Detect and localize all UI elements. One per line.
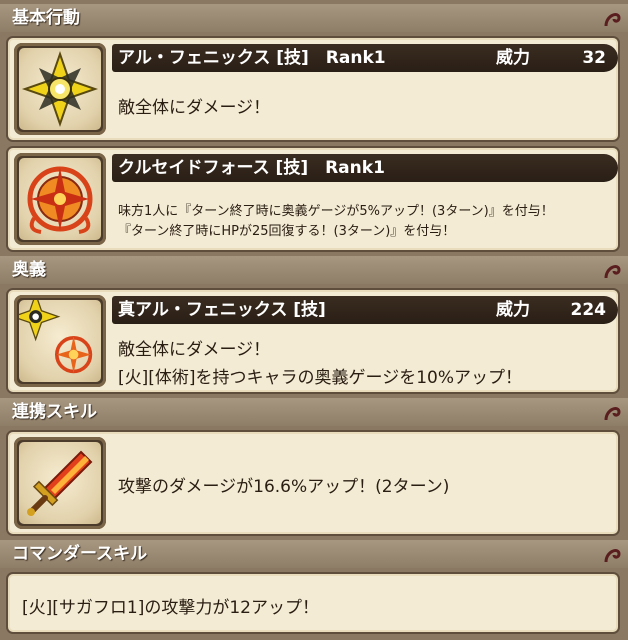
power-label: 威力 [496,48,530,68]
section-header-link: 連携スキル [0,398,628,426]
skill-icon-frame [14,153,106,245]
skill-description-line2: 『ターン終了時にHPが25回復する！(3ターン)』を付与！ [118,224,456,239]
link-skill-description: 攻撃のダメージが16.6%アップ！(2ターン) [118,477,450,497]
section-header-ougi: 奥義 [0,256,628,284]
skill-titlebar: 真アル・フェニックス [技] 威力 224 [112,296,618,324]
link-skill-card[interactable]: 攻撃のダメージが16.6%アップ！(2ターン) [6,430,620,536]
section-title-ougi: 奥義 [12,260,46,280]
skill-title: クルセイドフォース [技] Rank1 [118,158,385,178]
skill-card-true-al-phoenix[interactable]: 真アル・フェニックス [技] 威力 224 敵全体にダメージ！ [火][体術]を… [6,288,620,394]
twin-shuriken-icon [10,291,101,382]
section-title-link: 連携スキル [12,402,97,422]
commander-skill-card[interactable]: [火][サガフロ1]の攻撃力が12アップ！ [6,572,620,634]
skill-card-crusade-force[interactable]: クルセイドフォース [技] Rank1 味方1人に『ターン終了時に奥義ゲージが5… [6,146,620,252]
swirl-ornament-icon [604,407,621,421]
skill-description-line1: 味方1人に『ターン終了時に奥義ゲージが5%アップ！(3ターン)』を付与！ [118,204,554,219]
section-title-basic: 基本行動 [12,8,80,28]
power-value: 224 [570,300,607,320]
skill-icon-frame [14,43,106,135]
flame-sword-icon [19,442,101,524]
swirl-ornament-icon [604,549,621,563]
commander-skill-description: [火][サガフロ1]の攻撃力が12アップ！ [22,598,319,618]
skill-description: 敵全体にダメージ！ [118,98,271,118]
swirl-ornament-icon [604,13,621,27]
shuriken-icon [19,48,101,130]
skill-description-line1: 敵全体にダメージ！ [118,340,271,360]
skill-title: 真アル・フェニックス [技] [118,300,326,320]
skill-card-al-phoenix[interactable]: アル・フェニックス [技] Rank1 威力 32 敵全体にダメージ！ [6,36,620,142]
skill-title: アル・フェニックス [技] Rank1 [118,48,386,68]
section-title-commander: コマンダースキル [12,544,148,564]
section-header-basic: 基本行動 [0,4,628,32]
swirl-ornament-icon [604,265,621,279]
power-label: 威力 [496,300,530,320]
skill-description-line2: [火][体術]を持つキャラの奥義ゲージを10%アップ！ [118,368,522,388]
skill-titlebar: クルセイドフォース [技] Rank1 [112,154,618,182]
crusade-emblem-icon [19,158,101,240]
skill-icon-frame [10,291,106,387]
skill-icon-frame [14,437,106,529]
section-header-commander: コマンダースキル [0,540,628,568]
skill-titlebar: アル・フェニックス [技] Rank1 威力 32 [112,44,618,72]
power-value: 32 [582,48,606,68]
